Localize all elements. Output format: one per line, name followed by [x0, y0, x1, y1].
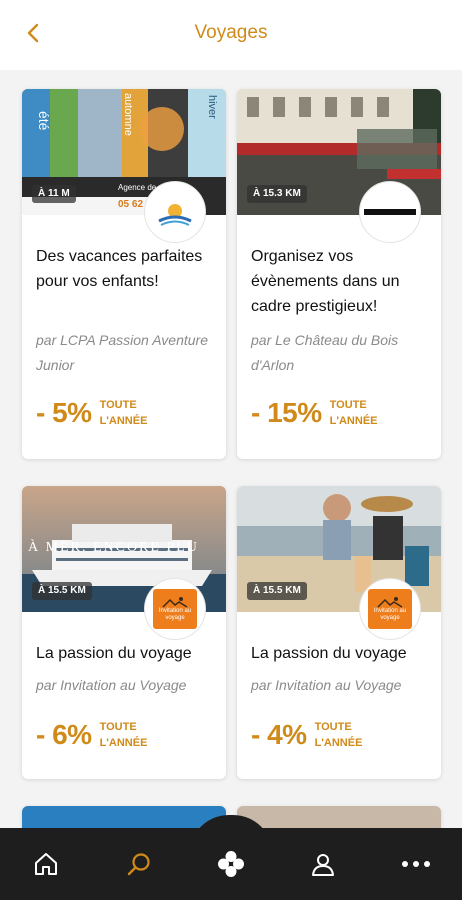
card-author: par Invitation au Voyage — [251, 677, 402, 693]
home-icon — [35, 853, 58, 875]
image-text: été — [36, 111, 52, 131]
card-title: Des vacances parfaites pour vos enfants! — [36, 248, 203, 290]
page-title: Voyages — [194, 22, 268, 43]
offer-card[interactable]: À 15.3 KM Organisez vos évènements dans … — [237, 89, 441, 459]
partner-logo: Invitation au voyage — [359, 578, 421, 640]
card-title: Organisez vos évènements dans un cadre p… — [251, 248, 400, 315]
card-author: par Le Château du Bois d'Arlon — [251, 332, 399, 373]
image-text: À MER, ENCORE PLU — [28, 540, 199, 555]
discount-value: - 15% — [251, 397, 322, 428]
invitation-logo: Invitation au voyage — [368, 589, 412, 629]
offer-card[interactable]: À 15.5 KM Invitation au voyage La passio… — [237, 486, 441, 779]
mountain-sun-icon — [377, 597, 403, 608]
discount-value: - 4% — [251, 719, 307, 750]
nav-home[interactable] — [22, 840, 70, 888]
discount: - 4% TOUTE L'ANNÉE — [251, 719, 375, 751]
discount-value: - 6% — [36, 719, 92, 750]
mountain-sun-icon — [162, 597, 188, 608]
nav-search[interactable] — [115, 840, 163, 888]
search-icon — [127, 853, 150, 876]
distance-badge: À 15.5 KM — [247, 582, 307, 600]
logo-text: Invitation au voyage — [373, 608, 407, 621]
clover-icon — [217, 851, 244, 877]
discount: - 5% TOUTE L'ANNÉE — [36, 397, 160, 429]
discount: - 15% TOUTE L'ANNÉE — [251, 397, 390, 429]
discount-note: TOUTE L'ANNÉE — [314, 721, 363, 749]
logo-text: Invitation au voyage — [158, 608, 192, 621]
card-author: par LCPA Passion Aventure Junior — [36, 332, 208, 373]
distance-badge: À 15.5 KM — [32, 582, 92, 600]
nav-more[interactable] — [392, 840, 440, 888]
discount: - 6% TOUTE L'ANNÉE — [36, 719, 160, 751]
card-title: La passion du voyage — [251, 645, 407, 662]
partner-logo — [144, 181, 206, 243]
invitation-logo: Invitation au voyage — [153, 589, 197, 629]
nav-center[interactable] — [207, 840, 255, 888]
partner-logo — [359, 181, 421, 243]
partner-logo: Invitation au voyage — [144, 578, 206, 640]
bottom-nav — [0, 828, 462, 900]
discount-note: TOUTE L'ANNÉE — [99, 399, 148, 427]
top-bar: Voyages — [0, 0, 462, 70]
chateau-logo-icon — [364, 209, 416, 215]
discount-value: - 5% — [36, 397, 92, 428]
card-author: par Invitation au Voyage — [36, 677, 187, 693]
offer-card[interactable]: À MER, ENCORE PLU À 15.5 KM Invitation a… — [22, 486, 226, 779]
more-icon — [401, 861, 430, 867]
distance-badge: À 15.3 KM — [247, 185, 307, 203]
card-title: La passion du voyage — [36, 645, 192, 662]
image-text: hiver — [206, 95, 218, 119]
distance-badge: À 11 M — [32, 185, 76, 203]
discount-note: TOUTE L'ANNÉE — [329, 399, 378, 427]
discount-note: TOUTE L'ANNÉE — [99, 721, 148, 749]
sun-logo-icon — [158, 204, 192, 226]
image-text: automne — [122, 93, 134, 136]
offer-card[interactable]: été automne hiver Agence de voyages 05 6… — [22, 89, 226, 459]
profile-icon — [312, 854, 335, 876]
nav-profile[interactable] — [299, 840, 347, 888]
